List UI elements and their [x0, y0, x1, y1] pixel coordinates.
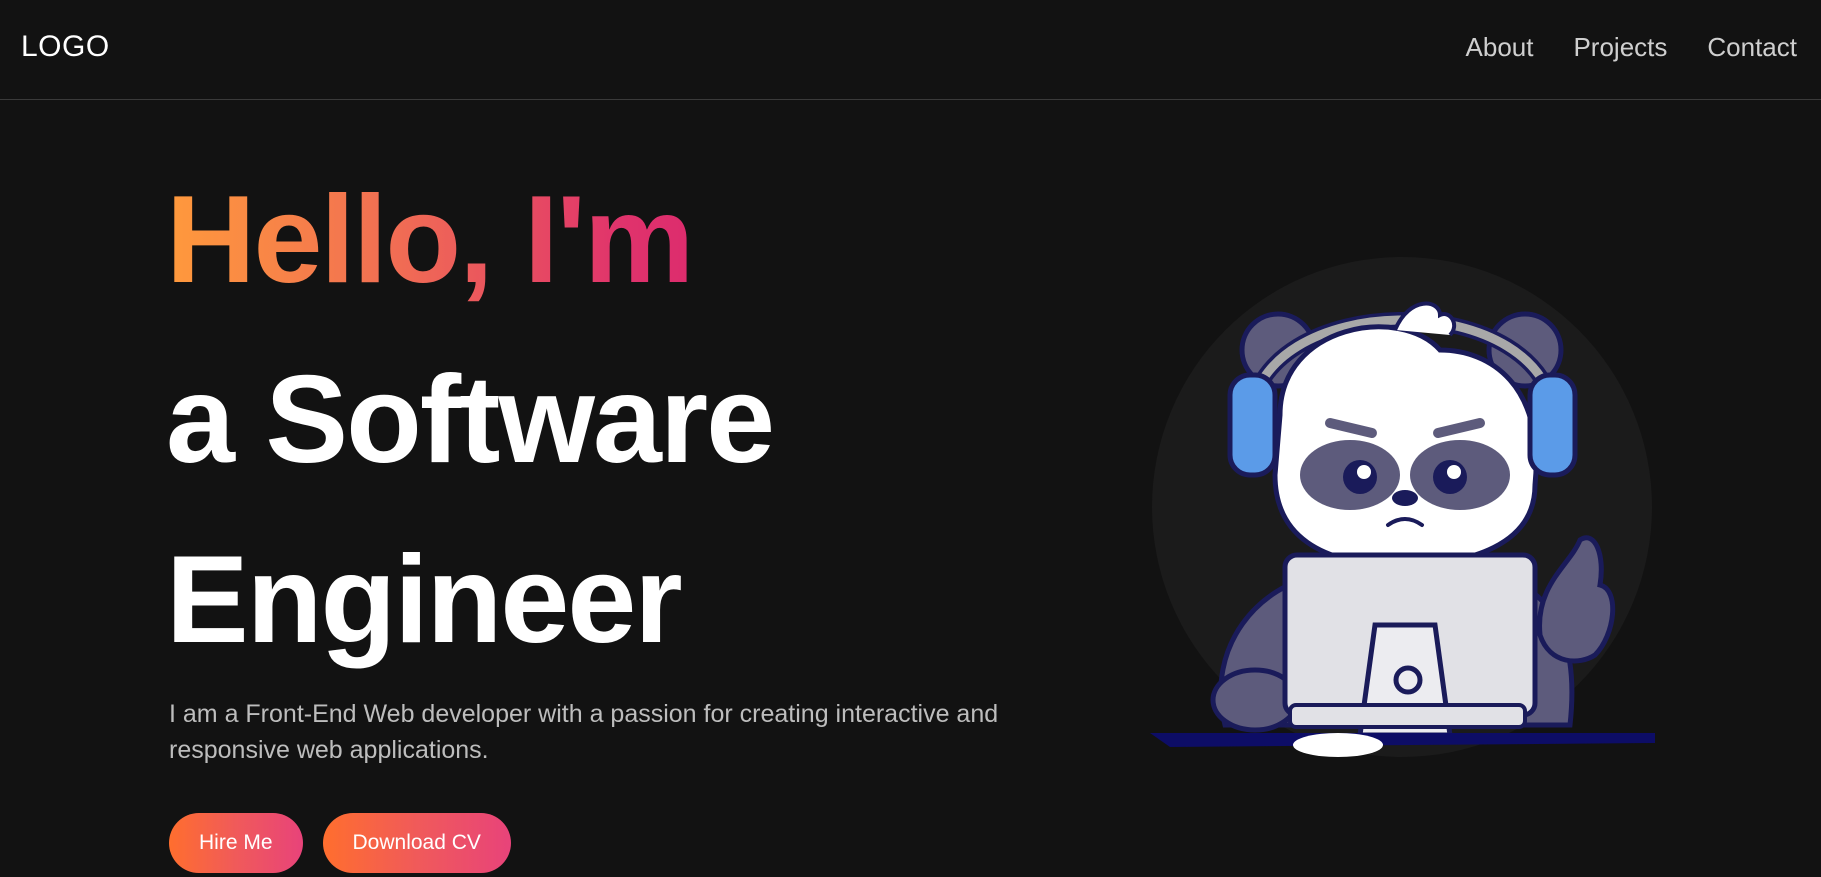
- hero-greeting: Hello, I'm: [166, 150, 773, 330]
- mouse: [1293, 733, 1383, 757]
- hero-description: I am a Front-End Web developer with a pa…: [169, 700, 999, 764]
- nav-links: About Projects Contact: [1466, 32, 1797, 63]
- nav-link-contact[interactable]: Contact: [1707, 32, 1797, 63]
- hero-title-line-2: a Software: [166, 351, 775, 489]
- nav-link-about[interactable]: About: [1466, 32, 1534, 63]
- hero-buttons: Hire Me Download CV: [169, 813, 511, 873]
- panda-right-eye-shine: [1447, 465, 1461, 479]
- panda-nose: [1392, 490, 1418, 506]
- logo[interactable]: LOGO: [21, 30, 110, 64]
- navbar: LOGO About Projects Contact: [0, 0, 1821, 100]
- headphone-left-cup: [1227, 372, 1278, 478]
- keyboard: [1288, 703, 1527, 729]
- panda-headphones-laptop-illustration: [1150, 257, 1655, 757]
- hero-title: Hello, I'm a Software Engineer: [166, 150, 775, 690]
- desk: [1150, 733, 1655, 747]
- panda-left-eye-shine: [1357, 465, 1371, 479]
- hero-title-line-3: Engineer: [166, 531, 683, 669]
- download-cv-button[interactable]: Download CV: [322, 813, 511, 873]
- headphone-right-cup: [1527, 372, 1578, 478]
- nav-link-projects[interactable]: Projects: [1573, 32, 1667, 63]
- hire-me-button[interactable]: Hire Me: [169, 813, 303, 873]
